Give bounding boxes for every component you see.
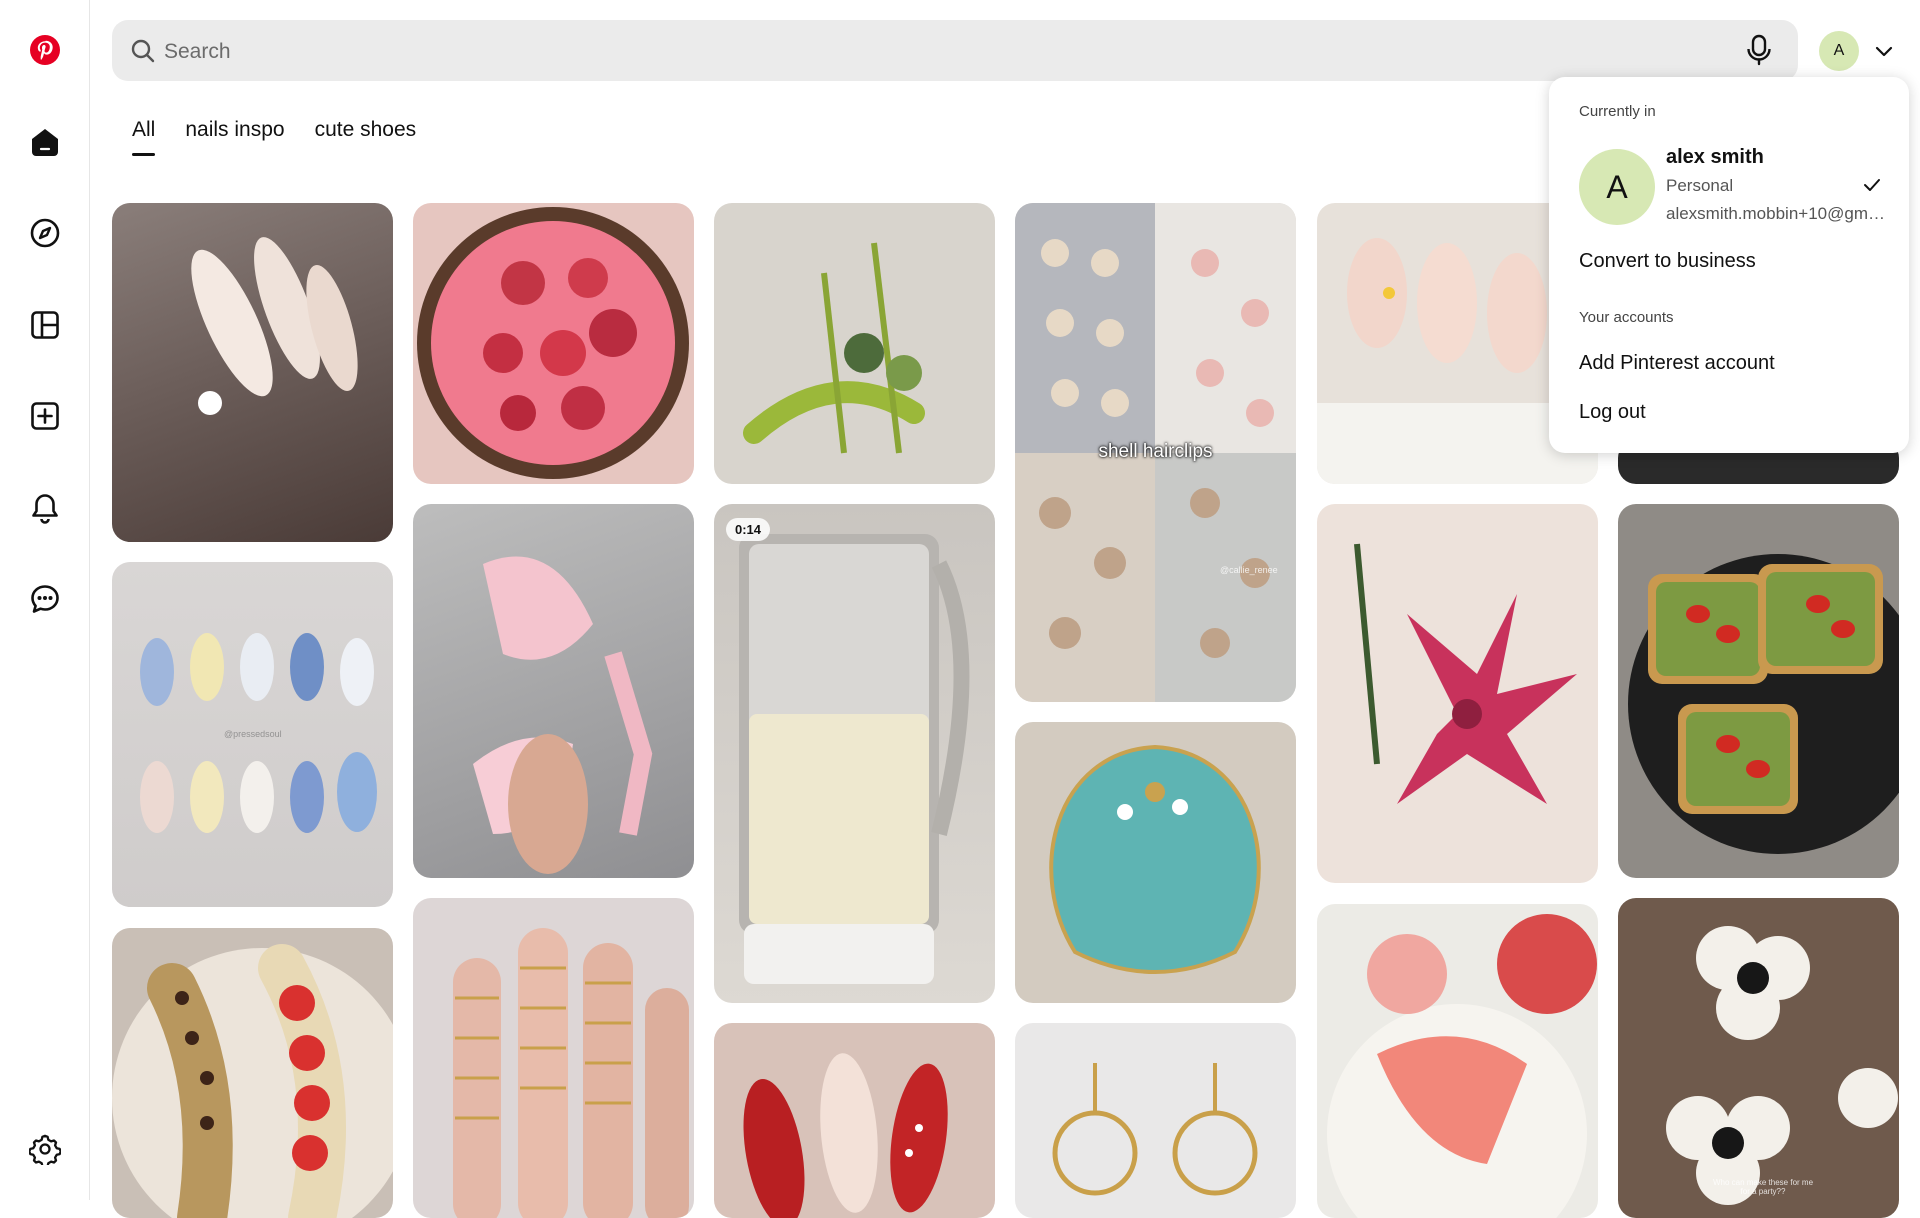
- account-name[interactable]: alex smith: [1666, 146, 1764, 169]
- your-accounts-label: Your accounts: [1579, 309, 1674, 326]
- pin-banana-strawberry[interactable]: [112, 928, 393, 1218]
- tab-nails-inspo[interactable]: nails inspo: [185, 118, 284, 156]
- account-type: Personal: [1666, 176, 1734, 195]
- account-email: alexsmith.mobbin+10@gmail.com: [1666, 204, 1891, 223]
- pin-red-bow-nails[interactable]: [714, 1023, 995, 1218]
- blender-image: [739, 534, 970, 984]
- search-input[interactable]: [162, 20, 1526, 83]
- rings-image: [453, 928, 689, 1218]
- add-pinterest-account-button[interactable]: Add Pinterest account: [1579, 352, 1775, 375]
- home-icon[interactable]: [20, 117, 70, 167]
- convert-to-business-button[interactable]: Convert to business: [1579, 250, 1756, 273]
- pin-pink-bow-heels[interactable]: [413, 504, 694, 878]
- board-tabs: All nails inspo cute shoes: [132, 118, 416, 156]
- account-avatar[interactable]: A: [1579, 149, 1655, 225]
- pin-flower-earrings[interactable]: [1015, 1023, 1296, 1218]
- pin-peach-salad[interactable]: [1317, 904, 1598, 1218]
- explore-icon[interactable]: [20, 208, 70, 258]
- notifications-icon[interactable]: [20, 483, 70, 533]
- lily-painting-image: [1354, 543, 1577, 804]
- pin-shell-hairclips[interactable]: shell hairclips @callie_renee: [1015, 203, 1296, 702]
- earrings-image: [1052, 1063, 1258, 1196]
- pin-butterfly-heels[interactable]: [714, 203, 995, 484]
- nails-image: [191, 237, 358, 415]
- search-icon: [131, 39, 155, 63]
- create-icon[interactable]: [20, 391, 70, 441]
- messages-icon[interactable]: [20, 574, 70, 624]
- green-heels-image: [743, 242, 925, 454]
- pinterest-logo-icon[interactable]: [20, 25, 70, 75]
- avocado-toast-image: [1628, 554, 1899, 854]
- boards-icon[interactable]: [20, 300, 70, 350]
- shell-dish-image: [1049, 744, 1261, 974]
- cupcakes-image: [1666, 926, 1898, 1205]
- pin-watermark: @callie_renee: [1220, 565, 1278, 575]
- pin-stacked-rings[interactable]: [413, 898, 694, 1218]
- pin-flower-cupcakes[interactable]: Who can make these for me for a party??: [1618, 898, 1899, 1218]
- chevron-down-icon[interactable]: [1873, 40, 1895, 62]
- tab-all[interactable]: All: [132, 118, 156, 156]
- pin-lily-painting[interactable]: [1317, 504, 1598, 883]
- pin-caption: shell hairclips: [1098, 441, 1213, 462]
- microphone-icon[interactable]: [1742, 33, 1776, 67]
- banana-strawberry-image: [112, 944, 393, 1218]
- video-duration-badge: 0:14: [726, 518, 771, 541]
- pin-resin-shell-dish[interactable]: [1015, 722, 1296, 1003]
- pin-blueberry-nails[interactable]: @pressedsoul: [112, 562, 393, 907]
- smoothie-bowl-image: [417, 207, 689, 479]
- peach-salad-image: [1327, 914, 1597, 1218]
- search-bar: [112, 20, 1798, 83]
- pin-caption: Who can make these for me for a party??: [1712, 1178, 1814, 1196]
- pin-berry-smoothie-bowl[interactable]: [413, 203, 694, 484]
- account-menu: Currently in A alex smith Personal alexs…: [1549, 77, 1909, 453]
- pin-french-nails[interactable]: [112, 203, 393, 542]
- tab-cute-shoes[interactable]: cute shoes: [315, 118, 417, 156]
- pin-watermark: @pressedsoul: [224, 729, 282, 739]
- settings-icon[interactable]: [20, 1124, 70, 1174]
- nav-rail: [0, 0, 90, 1200]
- currently-in-label: Currently in: [1579, 103, 1656, 120]
- profile-avatar[interactable]: A: [1819, 31, 1859, 71]
- log-out-button[interactable]: Log out: [1579, 401, 1646, 424]
- pin-avocado-toast[interactable]: [1618, 504, 1899, 878]
- red-nails-image: [743, 1053, 948, 1218]
- pin-blender-video[interactable]: 0:14: [714, 504, 995, 1003]
- checkmark-icon: [1864, 179, 1880, 191]
- heels-image: [473, 556, 653, 874]
